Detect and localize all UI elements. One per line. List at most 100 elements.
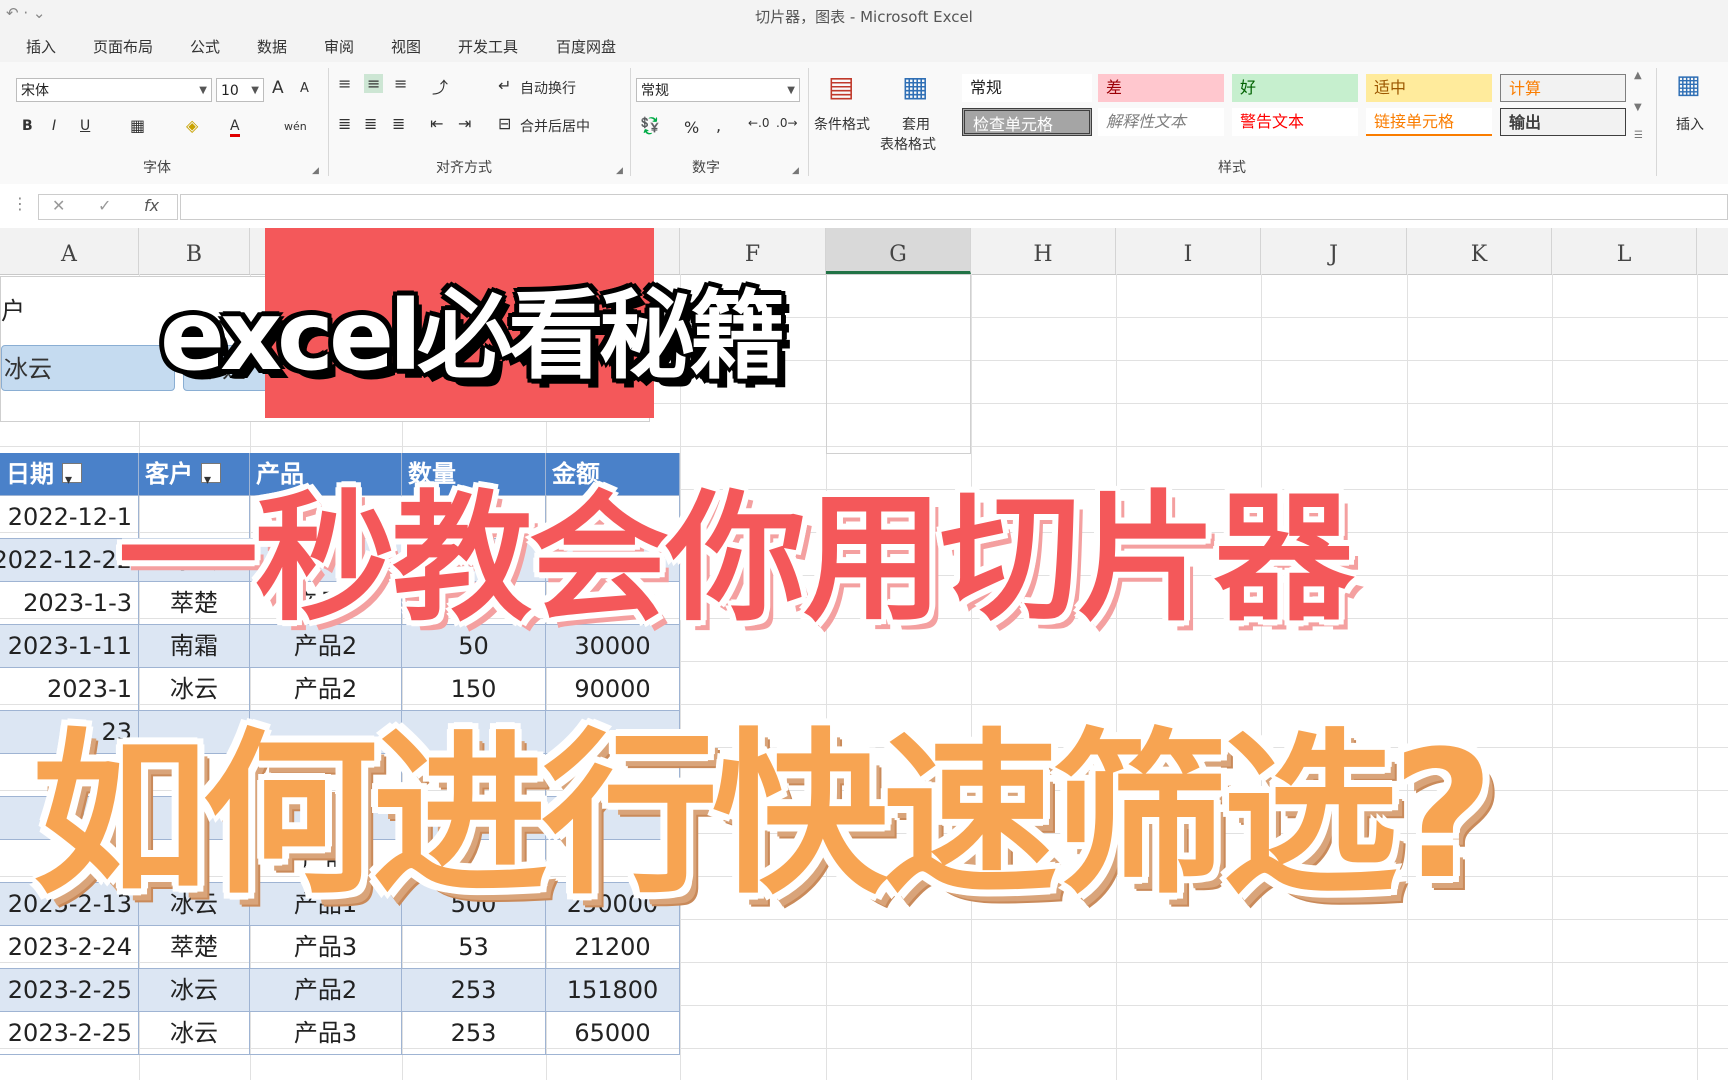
column-header-a[interactable]: A [0, 228, 139, 274]
tab-developer[interactable]: 开发工具 [458, 36, 518, 57]
tab-review[interactable]: 审阅 [324, 36, 354, 57]
table-row: 2023-2-25 冰云 产品3 253 65000 [0, 1012, 680, 1055]
percent-button[interactable]: % [684, 118, 699, 137]
phonetic-button[interactable]: wén [284, 120, 307, 133]
style-label: 适中 [1374, 78, 1407, 97]
cell-amount[interactable]: 21200 [546, 926, 680, 969]
cell-quantity[interactable]: 53 [402, 926, 546, 969]
style-cell-calculation[interactable]: 计算 [1500, 74, 1626, 102]
align-left-icon[interactable]: ≣ [338, 114, 351, 133]
orientation-icon[interactable]: ⤴ [432, 74, 448, 98]
scroll-up-icon[interactable]: ▲ [1634, 70, 1642, 81]
grow-font-button[interactable]: A [272, 78, 284, 98]
cell-amount[interactable]: 151800 [546, 969, 680, 1012]
conditional-format-icon: ▤ [828, 70, 855, 103]
style-cell-explanatory[interactable]: 解释性文本 [1098, 108, 1224, 136]
cell-amount[interactable]: 65000 [546, 1012, 680, 1055]
style-cell-good[interactable]: 好 [1232, 74, 1358, 102]
cell-product[interactable]: 产品3 [250, 1012, 402, 1055]
title-bar: ↶ · ⌄ 切片器，图表 - Microsoft Excel [0, 0, 1728, 28]
wrap-text-icon: ↵ [498, 76, 512, 95]
style-label: 计算 [1509, 79, 1542, 98]
column-header-k[interactable]: K [1407, 228, 1552, 274]
align-middle-icon[interactable]: ≡ [364, 74, 384, 93]
shrink-font-button[interactable]: A [300, 81, 309, 96]
column-header-j[interactable]: J [1261, 228, 1407, 274]
wrap-text-button[interactable]: 自动换行 [520, 78, 576, 98]
slicer-item[interactable]: 冰云 [1, 345, 175, 391]
style-cell-output[interactable]: 输出 [1500, 108, 1626, 136]
styles-group-label: 样式 [1218, 160, 1246, 176]
tab-view[interactable]: 视图 [391, 36, 421, 57]
insert-function-icon[interactable]: fx [144, 196, 159, 215]
style-label: 常规 [970, 78, 1003, 97]
currency-icon[interactable]: 💱 [640, 116, 660, 135]
comma-button[interactable]: , [716, 116, 721, 135]
cancel-icon[interactable]: ✕ [52, 196, 65, 215]
align-bottom-icon[interactable]: ≡ [394, 74, 407, 93]
cell-customer[interactable]: 萃楚 [139, 926, 250, 969]
increase-indent-icon[interactable]: ⇥ [458, 114, 471, 133]
cell-product[interactable]: 产品3 [250, 926, 402, 969]
tab-insert[interactable]: 插入 [26, 36, 56, 57]
font-color-button[interactable]: A [230, 118, 240, 137]
style-cell-linked[interactable]: 链接单元格 [1366, 108, 1492, 136]
overlay-title-line1: excel必看秘籍 [160, 280, 786, 392]
increase-decimal-icon[interactable]: ←.0 [748, 116, 770, 130]
cell-date[interactable]: 2023-2-24 [0, 926, 139, 969]
more-styles-icon[interactable]: ☰ [1634, 130, 1643, 141]
column-header-g[interactable]: G [826, 228, 971, 274]
bold-button[interactable]: B [22, 118, 33, 134]
cell-date[interactable]: 2023-2-25 [0, 969, 139, 1012]
filter-dropdown-icon[interactable] [62, 459, 82, 495]
italic-button[interactable]: I [52, 118, 56, 134]
cell-quantity[interactable]: 253 [402, 1012, 546, 1055]
font-name-select[interactable]: 宋体 ▼ [16, 78, 212, 102]
style-cell-warning[interactable]: 警告文本 [1232, 108, 1358, 136]
style-label: 差 [1106, 78, 1123, 97]
column-header-l[interactable]: L [1552, 228, 1697, 274]
align-center-icon[interactable]: ≣ [364, 114, 377, 133]
fill-color-icon[interactable]: ◈ [186, 116, 198, 135]
style-label: 好 [1240, 78, 1257, 97]
dialog-launcher-icon[interactable]: ◢ [616, 166, 623, 176]
tab-formulas[interactable]: 公式 [190, 36, 220, 57]
dialog-launcher-icon[interactable]: ◢ [792, 166, 799, 176]
style-cell-normal[interactable]: 常规 [962, 74, 1092, 102]
cell-product[interactable]: 产品2 [250, 969, 402, 1012]
column-header-i[interactable]: I [1116, 228, 1261, 274]
tab-baidu-pan[interactable]: 百度网盘 [556, 36, 616, 57]
decrease-decimal-icon[interactable]: .0→ [776, 116, 798, 130]
conditional-format-button[interactable]: 条件格式 [814, 114, 870, 134]
merge-center-button[interactable]: 合并后居中 [520, 116, 590, 136]
table-row: 2023-2-25 冰云 产品2 253 151800 [0, 969, 680, 1012]
align-right-icon[interactable]: ≣ [392, 114, 405, 133]
number-format-select[interactable]: 常规 ▼ [636, 78, 800, 102]
underline-button[interactable]: U [80, 118, 90, 134]
cell-quantity[interactable]: 253 [402, 969, 546, 1012]
align-top-icon[interactable]: ≡ [338, 74, 351, 93]
scroll-down-icon[interactable]: ▼ [1634, 102, 1642, 113]
enter-icon[interactable]: ✓ [98, 196, 111, 215]
cell-customer[interactable]: 冰云 [139, 1012, 250, 1055]
overlay-title-line3: 如何进行快速筛选? [32, 713, 1494, 918]
decrease-indent-icon[interactable]: ⇤ [430, 114, 443, 133]
cell-date[interactable]: 2023-2-25 [0, 1012, 139, 1055]
style-cell-bad[interactable]: 差 [1098, 74, 1224, 102]
style-cell-check[interactable]: 检查单元格 [962, 108, 1092, 136]
border-icon[interactable]: ▦ [130, 116, 145, 135]
group-divider [1656, 68, 1657, 176]
insert-cells-button[interactable]: 插入 [1676, 114, 1704, 134]
formula-input[interactable] [180, 194, 1728, 220]
table-format-button-line2[interactable]: 表格格式 [880, 134, 936, 154]
tab-page-layout[interactable]: 页面布局 [93, 36, 153, 57]
table-format-button-line1[interactable]: 套用 [902, 114, 930, 134]
dialog-launcher-icon[interactable]: ◢ [312, 166, 319, 176]
cell-customer[interactable]: 冰云 [139, 969, 250, 1012]
tab-data[interactable]: 数据 [257, 36, 287, 57]
column-header-h[interactable]: H [971, 228, 1116, 274]
overlay-title-line2: 一秒教会你用切片器 [118, 478, 1354, 641]
style-cell-neutral[interactable]: 适中 [1366, 74, 1492, 102]
gridline [1552, 274, 1553, 1080]
font-size-select[interactable]: 10 ▼ [216, 78, 264, 102]
